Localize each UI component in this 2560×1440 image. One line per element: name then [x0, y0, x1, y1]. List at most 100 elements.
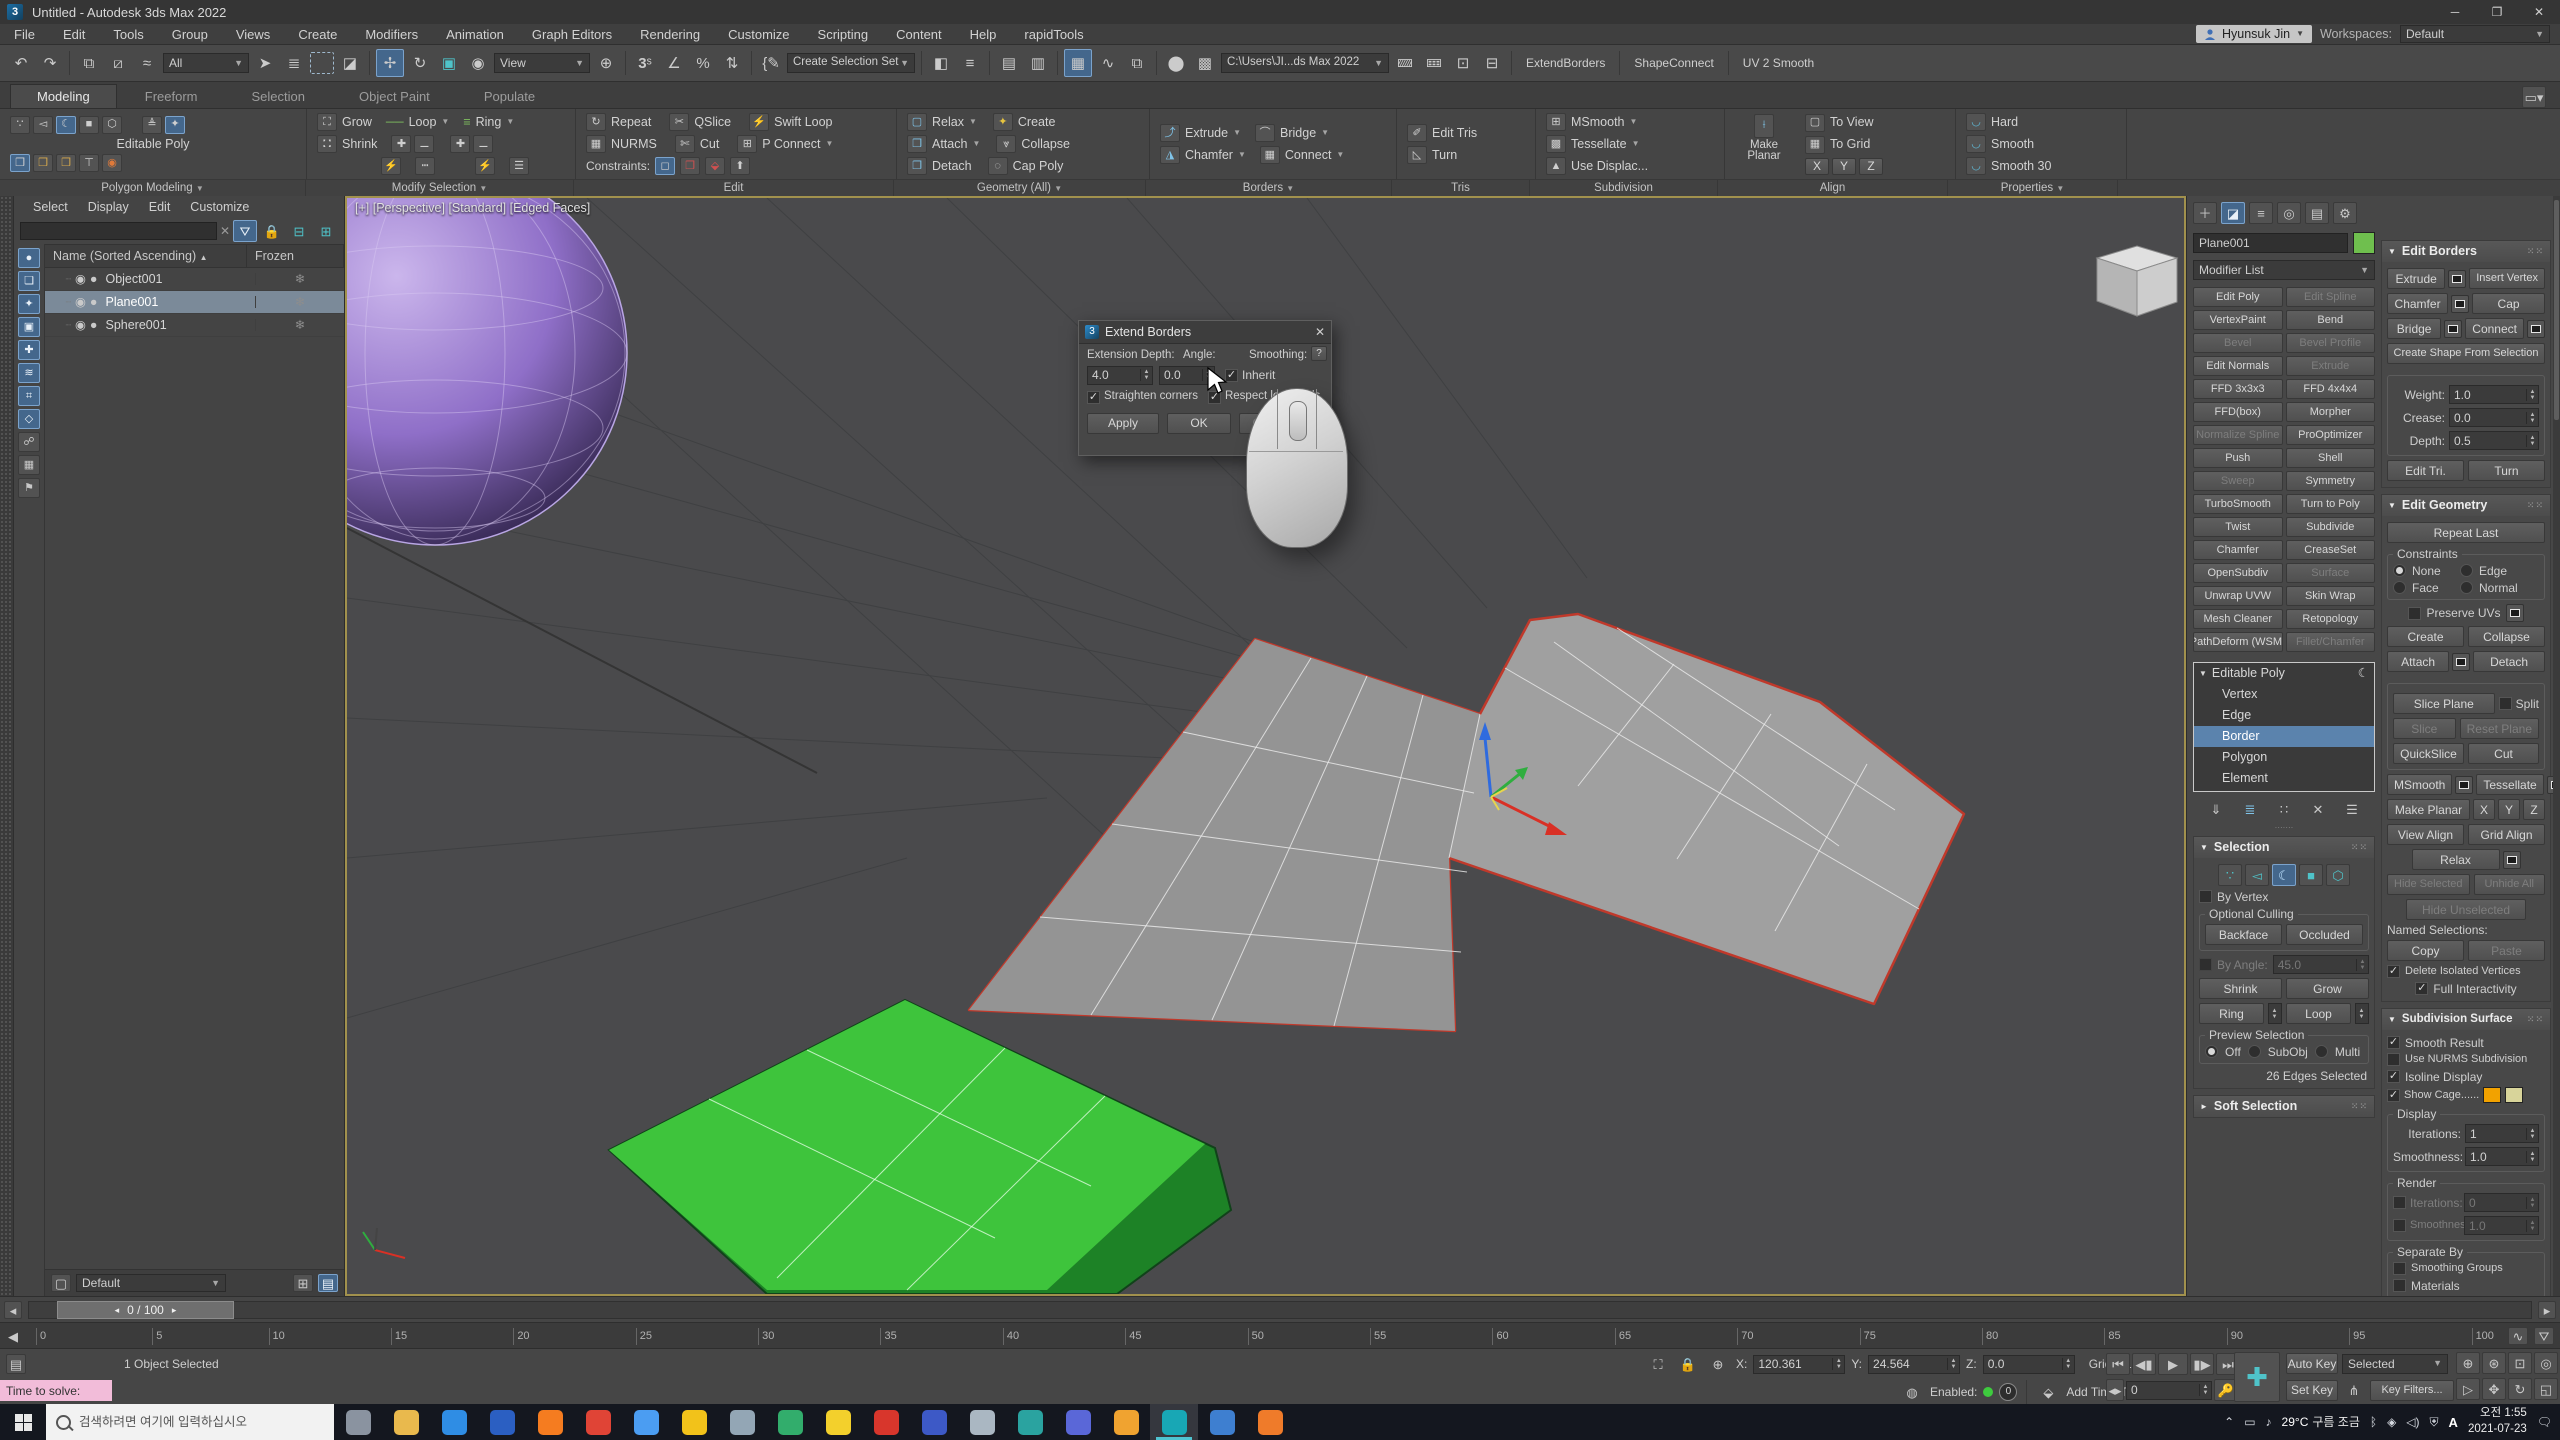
- modifier-button[interactable]: FFD 4x4x4: [2286, 379, 2376, 399]
- layer-list-icon[interactable]: ▥: [1025, 50, 1051, 76]
- modifier-button[interactable]: Bend: [2286, 310, 2376, 330]
- menu-item[interactable]: Graph Editors: [518, 24, 626, 44]
- show-bones-icon[interactable]: ☍: [18, 432, 40, 452]
- unlink-icon[interactable]: ⧄: [105, 50, 131, 76]
- modifier-button[interactable]: Extrude: [2286, 356, 2376, 376]
- constraint-normal-radio[interactable]: [2460, 581, 2473, 594]
- zoom-region-icon[interactable]: ▷: [2456, 1378, 2480, 1400]
- select-move-icon[interactable]: ✢: [376, 49, 404, 77]
- tris-label[interactable]: Tris: [1392, 180, 1530, 197]
- connect-settings-icon[interactable]: [2527, 320, 2545, 338]
- explorer-menu-item[interactable]: Customize: [181, 201, 258, 214]
- turn-button[interactable]: ◺Turn: [1407, 146, 1525, 164]
- paste-button[interactable]: Paste: [2468, 940, 2545, 961]
- filter-funnel-icon[interactable]: ⛛: [233, 220, 257, 242]
- menu-item[interactable]: Animation: [432, 24, 518, 44]
- x-coordinate-field[interactable]: 120.361▲▼: [1753, 1355, 1845, 1374]
- modifier-button[interactable]: Skin Wrap: [2286, 586, 2376, 606]
- taskbar-app-icon[interactable]: [1246, 1404, 1294, 1440]
- hide-selected-button[interactable]: Hide Selected: [2387, 874, 2470, 895]
- reset-plane-button[interactable]: Reset Plane: [2460, 718, 2539, 739]
- connect-button[interactable]: Connect: [2465, 318, 2524, 339]
- preserve-uvs-settings-icon[interactable]: [2506, 604, 2524, 622]
- vertex-subobject-icon[interactable]: ∵: [2218, 864, 2242, 886]
- menu-item[interactable]: Rendering: [626, 24, 714, 44]
- object-color-swatch[interactable]: [2353, 232, 2375, 254]
- layer-explorer-icon[interactable]: ▤: [996, 50, 1022, 76]
- taskbar-app-icon[interactable]: [910, 1404, 958, 1440]
- viewport-label[interactable]: [+] [Perspective] [Standard] [Edged Face…: [355, 202, 590, 215]
- align-label[interactable]: Align: [1718, 180, 1948, 197]
- tray-antivirus-icon[interactable]: ⛨: [2430, 1416, 2439, 1428]
- key-filters-button[interactable]: Key Filters...: [2370, 1380, 2454, 1401]
- border-connect-button[interactable]: ▦Connect▼: [1260, 146, 1344, 164]
- taskbar-app-icon[interactable]: [718, 1404, 766, 1440]
- modifier-button[interactable]: Edit Poly: [2193, 287, 2283, 307]
- close-button[interactable]: ✕: [2518, 0, 2560, 24]
- planar-y-button[interactable]: Y: [2498, 799, 2520, 820]
- start-button[interactable]: [0, 1404, 46, 1440]
- create-button[interactable]: ✦Create: [993, 113, 1056, 131]
- bridge-button[interactable]: Bridge: [2387, 318, 2441, 339]
- full-interactivity-checkbox[interactable]: [2415, 982, 2428, 995]
- trackbar-prev-icon[interactable]: ◀: [4, 1327, 22, 1345]
- expand-tree-icon[interactable]: ⊟: [287, 220, 311, 242]
- ok-button[interactable]: OK: [1167, 413, 1231, 434]
- selection-lock-icon[interactable]: 🔒: [1676, 1353, 1700, 1375]
- view-align-button[interactable]: View Align: [2387, 824, 2464, 845]
- by-angle-checkbox[interactable]: [2199, 958, 2212, 971]
- select-scale-icon[interactable]: ▣: [436, 50, 462, 76]
- split-checkbox[interactable]: [2499, 697, 2512, 710]
- cap-button[interactable]: Cap: [2472, 293, 2545, 314]
- menu-item[interactable]: Tools: [99, 24, 157, 44]
- relax-settings-icon[interactable]: [2503, 851, 2521, 869]
- hierarchy-tab-icon[interactable]: ≡: [2249, 202, 2273, 224]
- quickslice-button[interactable]: QuickSlice: [2393, 743, 2464, 764]
- pan-icon[interactable]: ✥: [2482, 1378, 2506, 1400]
- bind-spacewarp-icon[interactable]: ≈: [134, 50, 160, 76]
- render-frame-window-icon[interactable]: ⊡: [1450, 50, 1476, 76]
- menu-item[interactable]: Scripting: [804, 24, 883, 44]
- angle-snap-icon[interactable]: ∠: [661, 50, 687, 76]
- next-frame-icon[interactable]: ▮▶: [2190, 1353, 2214, 1375]
- extrude-settings-icon[interactable]: [2448, 270, 2466, 288]
- stack-subobject-row[interactable]: Polygon: [2194, 747, 2374, 768]
- modifier-button[interactable]: OpenSubdiv: [2193, 563, 2283, 583]
- isoline-checkbox[interactable]: [2387, 1070, 2400, 1083]
- ring-button[interactable]: ≡Ring▼: [463, 116, 514, 129]
- orbit-icon[interactable]: ↻: [2508, 1378, 2532, 1400]
- set-key-button[interactable]: Set Key: [2286, 1380, 2338, 1401]
- hide-unselected-button[interactable]: Hide Unselected: [2406, 899, 2526, 920]
- select-object-icon[interactable]: ➤: [252, 50, 278, 76]
- visibility-eye-icon[interactable]: ◉: [75, 273, 86, 286]
- align-z-button[interactable]: Z: [1859, 158, 1883, 175]
- preview-off-radio[interactable]: [2205, 1045, 2218, 1058]
- shapeconnect-script-button[interactable]: ShapeConnect: [1626, 57, 1721, 69]
- modifier-button[interactable]: Symmetry: [2286, 471, 2376, 491]
- tray-volume-icon[interactable]: ♪: [2266, 1416, 2272, 1428]
- dialog-title-bar[interactable]: 3 Extend Borders ✕: [1079, 321, 1331, 344]
- backface-button[interactable]: Backface: [2205, 924, 2282, 945]
- repeat-button[interactable]: ↻Repeat: [586, 113, 651, 131]
- modifier-button[interactable]: Unwrap UVW: [2193, 586, 2283, 606]
- shrink-button[interactable]: ⛚Shrink: [317, 135, 377, 153]
- slider-right-arrow-icon[interactable]: ▸: [2538, 1301, 2556, 1319]
- maximize-viewport-icon[interactable]: ◱: [2534, 1378, 2558, 1400]
- menu-item[interactable]: Help: [956, 24, 1011, 44]
- modifier-button[interactable]: Bevel: [2193, 333, 2283, 353]
- menu-item[interactable]: Content: [882, 24, 956, 44]
- explorer-menu-item[interactable]: Select: [24, 201, 77, 214]
- modifier-button[interactable]: FFD 3x3x3: [2193, 379, 2283, 399]
- selection-region-icon[interactable]: [310, 52, 334, 74]
- mirror-icon[interactable]: ◧: [928, 50, 954, 76]
- menu-item[interactable]: Edit: [49, 24, 99, 44]
- constraint-none-radio[interactable]: [2393, 564, 2406, 577]
- planar-z-button[interactable]: Z: [2523, 799, 2545, 820]
- taskbar-app-icon[interactable]: [1006, 1404, 1054, 1440]
- render-iterations-checkbox[interactable]: [2393, 1196, 2406, 1209]
- snap-toggle-icon[interactable]: 3ˢ: [632, 50, 658, 76]
- show-end-result-icon[interactable]: ≣: [2238, 798, 2262, 820]
- ring-mode-icon[interactable]: ⚡: [475, 157, 495, 175]
- polygon-subobject-icon[interactable]: ■: [2299, 864, 2323, 886]
- smooth-button[interactable]: ◡Smooth: [1966, 135, 2116, 153]
